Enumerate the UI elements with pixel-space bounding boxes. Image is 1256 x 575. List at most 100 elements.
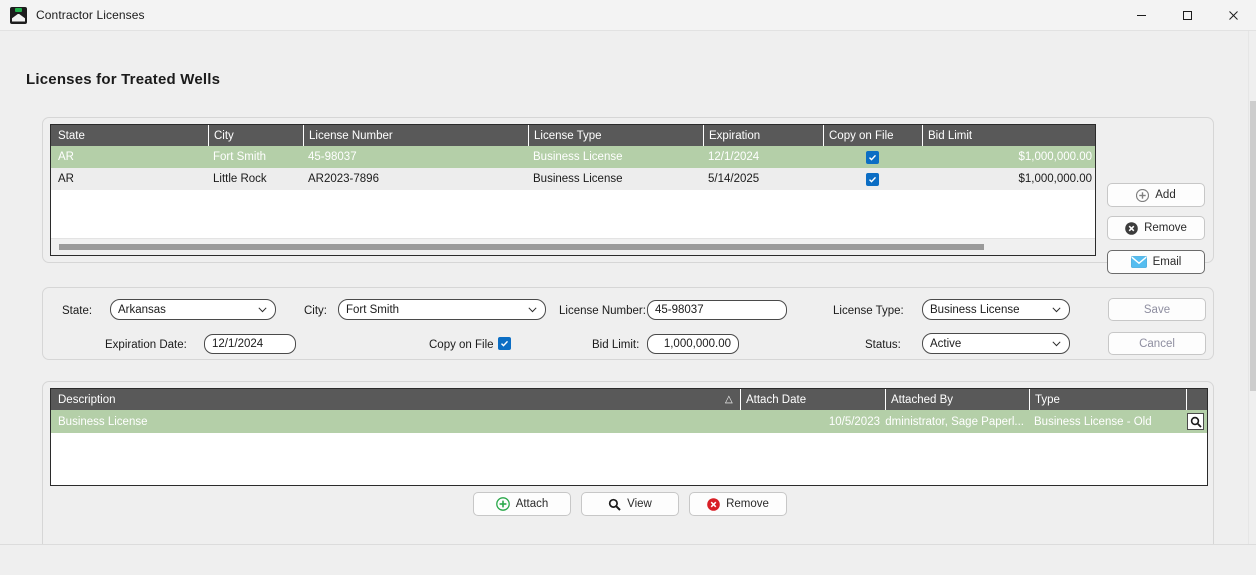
page-vscroll-thumb[interactable] xyxy=(1250,101,1256,391)
attach-button[interactable]: Attach xyxy=(473,492,571,516)
status-select-value: Active xyxy=(930,337,962,350)
column-header-attached-by[interactable]: Attached By xyxy=(885,389,1029,410)
cell-expiration: 5/14/2025 xyxy=(708,173,760,185)
remove-circle-icon xyxy=(1125,221,1138,235)
licenses-grid-hscroll-thumb[interactable] xyxy=(59,244,984,250)
checkbox-checked-icon[interactable] xyxy=(866,150,879,164)
cell-state: AR xyxy=(58,151,74,163)
attach-circle-icon xyxy=(495,497,510,511)
licenses-grid-hscrollbar[interactable] xyxy=(51,238,1095,255)
view-button-label: View xyxy=(627,498,652,510)
column-header-actions[interactable] xyxy=(1186,389,1207,410)
row-search-icon[interactable] xyxy=(1187,413,1204,430)
view-button[interactable]: View xyxy=(581,492,679,516)
copy-on-file-label: Copy on File xyxy=(429,339,494,351)
bid-limit-input[interactable]: 1,000,000.00 xyxy=(647,334,739,354)
cell-attached-by: Administrator, Sage Paperl... xyxy=(885,415,1024,428)
licenses-grid[interactable]: State City License Number License Type E… xyxy=(50,124,1096,256)
bid-limit-label: Bid Limit: xyxy=(592,339,640,351)
maximize-icon[interactable] xyxy=(1164,0,1210,31)
cell-copy-on-file[interactable] xyxy=(823,146,922,168)
city-select-value: Fort Smith xyxy=(346,303,400,316)
add-button[interactable]: Add xyxy=(1107,183,1205,207)
close-icon[interactable] xyxy=(1210,0,1256,31)
city-select[interactable]: Fort Smith xyxy=(338,299,546,320)
page-vscrollbar[interactable] xyxy=(1248,31,1256,544)
taskbar-strip xyxy=(0,544,1256,575)
expiration-date-label: Expiration Date: xyxy=(105,339,187,351)
column-header-attach-date[interactable]: Attach Date xyxy=(740,389,885,410)
cell-attach-date: 10/5/2023 xyxy=(828,415,880,428)
email-envelope-icon xyxy=(1130,256,1147,268)
remove-button[interactable]: Remove xyxy=(1107,216,1205,240)
column-header-license-type[interactable]: License Type xyxy=(528,125,703,146)
column-header-license-number[interactable]: License Number xyxy=(303,125,528,146)
cell-copy-on-file[interactable] xyxy=(823,168,922,190)
license-type-select[interactable]: Business License xyxy=(922,299,1070,320)
cell-license-number: AR2023-7896 xyxy=(308,173,379,185)
cell-bid-limit: $1,000,000.00 xyxy=(1018,151,1092,163)
license-type-select-value: Business License xyxy=(930,303,1020,316)
attachments-grid-header: Description △ Attach Date Attached By Ty… xyxy=(51,389,1207,410)
window-title: Contractor Licenses xyxy=(36,8,145,22)
city-label: City: xyxy=(304,305,327,317)
chevron-down-icon xyxy=(1052,304,1061,316)
chevron-down-icon xyxy=(528,304,537,316)
attachment-remove-button[interactable]: Remove xyxy=(689,492,787,516)
license-number-input[interactable]: 45-98037 xyxy=(647,300,787,320)
status-label: Status: xyxy=(865,339,901,351)
license-number-label: License Number: xyxy=(559,305,646,317)
status-select[interactable]: Active xyxy=(922,333,1070,354)
add-circle-icon xyxy=(1136,188,1150,202)
licenses-grid-header: State City License Number License Type E… xyxy=(51,125,1095,146)
column-header-type[interactable]: Type xyxy=(1029,389,1186,410)
licenses-grid-empty-area xyxy=(51,190,1095,241)
save-button-label: Save xyxy=(1143,303,1171,316)
cell-state: AR xyxy=(58,173,74,185)
license-detail-panel: State: Arkansas City: Fort Smith License… xyxy=(42,287,1214,360)
table-row[interactable]: Business License 10/5/2023 Administrator… xyxy=(51,410,1207,433)
column-header-copy-on-file[interactable]: Copy on File xyxy=(823,125,922,146)
cell-city: Little Rock xyxy=(213,173,267,185)
search-icon xyxy=(608,498,621,511)
cell-description: Business License xyxy=(58,415,148,428)
state-label: State: xyxy=(62,305,93,317)
column-header-bid-limit[interactable]: Bid Limit xyxy=(922,125,1095,146)
attachments-grid[interactable]: Description △ Attach Date Attached By Ty… xyxy=(50,388,1208,486)
remove-circle-red-icon xyxy=(707,497,720,511)
cancel-button-label: Cancel xyxy=(1139,337,1175,350)
state-select[interactable]: Arkansas xyxy=(110,299,276,320)
chevron-down-icon xyxy=(258,304,267,316)
attachments-grid-empty-area xyxy=(51,433,1207,485)
page-body: Licenses for Treated Wells State City Li… xyxy=(0,31,1248,563)
checkbox-checked-icon[interactable] xyxy=(866,172,879,186)
state-select-value: Arkansas xyxy=(118,303,166,316)
column-header-expiration[interactable]: Expiration xyxy=(703,125,823,146)
table-row[interactable]: AR Fort Smith 45-98037 Business License … xyxy=(51,146,1095,168)
cell-license-number: 45-98037 xyxy=(308,151,357,163)
minimize-icon[interactable] xyxy=(1118,0,1164,31)
remove-button-label: Remove xyxy=(1144,222,1187,234)
chevron-down-icon xyxy=(1052,338,1061,350)
cell-expiration: 12/1/2024 xyxy=(708,151,760,163)
cell-city: Fort Smith xyxy=(213,151,267,163)
column-header-state[interactable]: State xyxy=(51,125,208,146)
copy-on-file-checkbox[interactable] xyxy=(498,337,511,350)
column-header-city[interactable]: City xyxy=(208,125,303,146)
column-header-description[interactable]: Description xyxy=(51,389,740,410)
cell-bid-limit: $1,000,000.00 xyxy=(1018,173,1092,185)
table-row[interactable]: AR Little Rock AR2023-7896 Business Lice… xyxy=(51,168,1095,190)
save-button[interactable]: Save xyxy=(1108,298,1206,321)
attachments-panel: Description △ Attach Date Attached By Ty… xyxy=(42,381,1214,563)
window-controls xyxy=(1118,0,1256,31)
add-button-label: Add xyxy=(1155,189,1176,201)
cancel-button[interactable]: Cancel xyxy=(1108,332,1206,355)
cell-license-type: Business License xyxy=(533,173,623,185)
page-title: Licenses for Treated Wells xyxy=(26,71,221,88)
license-type-label: License Type: xyxy=(833,305,904,317)
title-bar: Contractor Licenses xyxy=(0,0,1256,31)
attach-button-label: Attach xyxy=(515,498,549,510)
attachment-remove-button-label: Remove xyxy=(726,498,769,510)
expiration-date-input[interactable]: 12/1/2024 xyxy=(204,334,296,354)
email-button[interactable]: Email xyxy=(1107,250,1205,274)
